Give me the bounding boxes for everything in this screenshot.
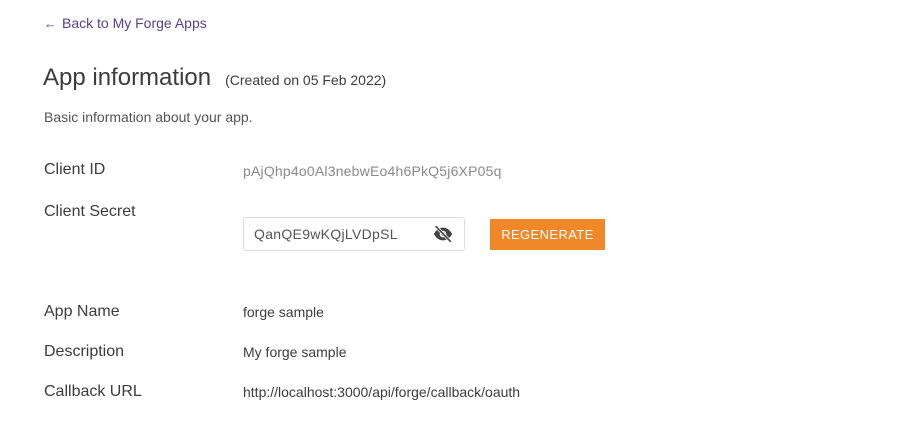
page-title: App information xyxy=(43,64,212,91)
page-subtitle: Basic information about your app. xyxy=(44,109,253,125)
client-secret-field[interactable]: QanQE9wKQjLVDpSL xyxy=(243,217,465,251)
client-id-label: Client ID xyxy=(44,161,106,178)
description-value: My forge sample xyxy=(243,344,347,360)
regenerate-button[interactable]: REGENERATE xyxy=(490,219,605,250)
title-row: App information (Created on 05 Feb 2022) xyxy=(43,64,386,92)
app-name-value: forge sample xyxy=(243,304,324,320)
arrow-left-icon: ← xyxy=(44,15,57,31)
client-secret-label: Client Secret xyxy=(44,203,136,220)
app-name-label: App Name xyxy=(44,303,120,320)
callback-url-value: http://localhost:3000/api/forge/callback… xyxy=(243,384,521,400)
description-label: Description xyxy=(44,343,125,360)
callback-url-label: Callback URL xyxy=(44,383,142,400)
client-id-value: pAjQhp4o0Al3nebwEo4h6PkQ5j6XP05q xyxy=(243,163,502,179)
back-link-label: Back to My Forge Apps xyxy=(62,15,207,31)
created-date: (Created on 05 Feb 2022) xyxy=(225,72,387,88)
eye-off-icon[interactable] xyxy=(432,223,454,245)
client-secret-value: QanQE9wKQjLVDpSL xyxy=(254,226,398,242)
back-link[interactable]: ← Back to My Forge Apps xyxy=(44,15,207,31)
